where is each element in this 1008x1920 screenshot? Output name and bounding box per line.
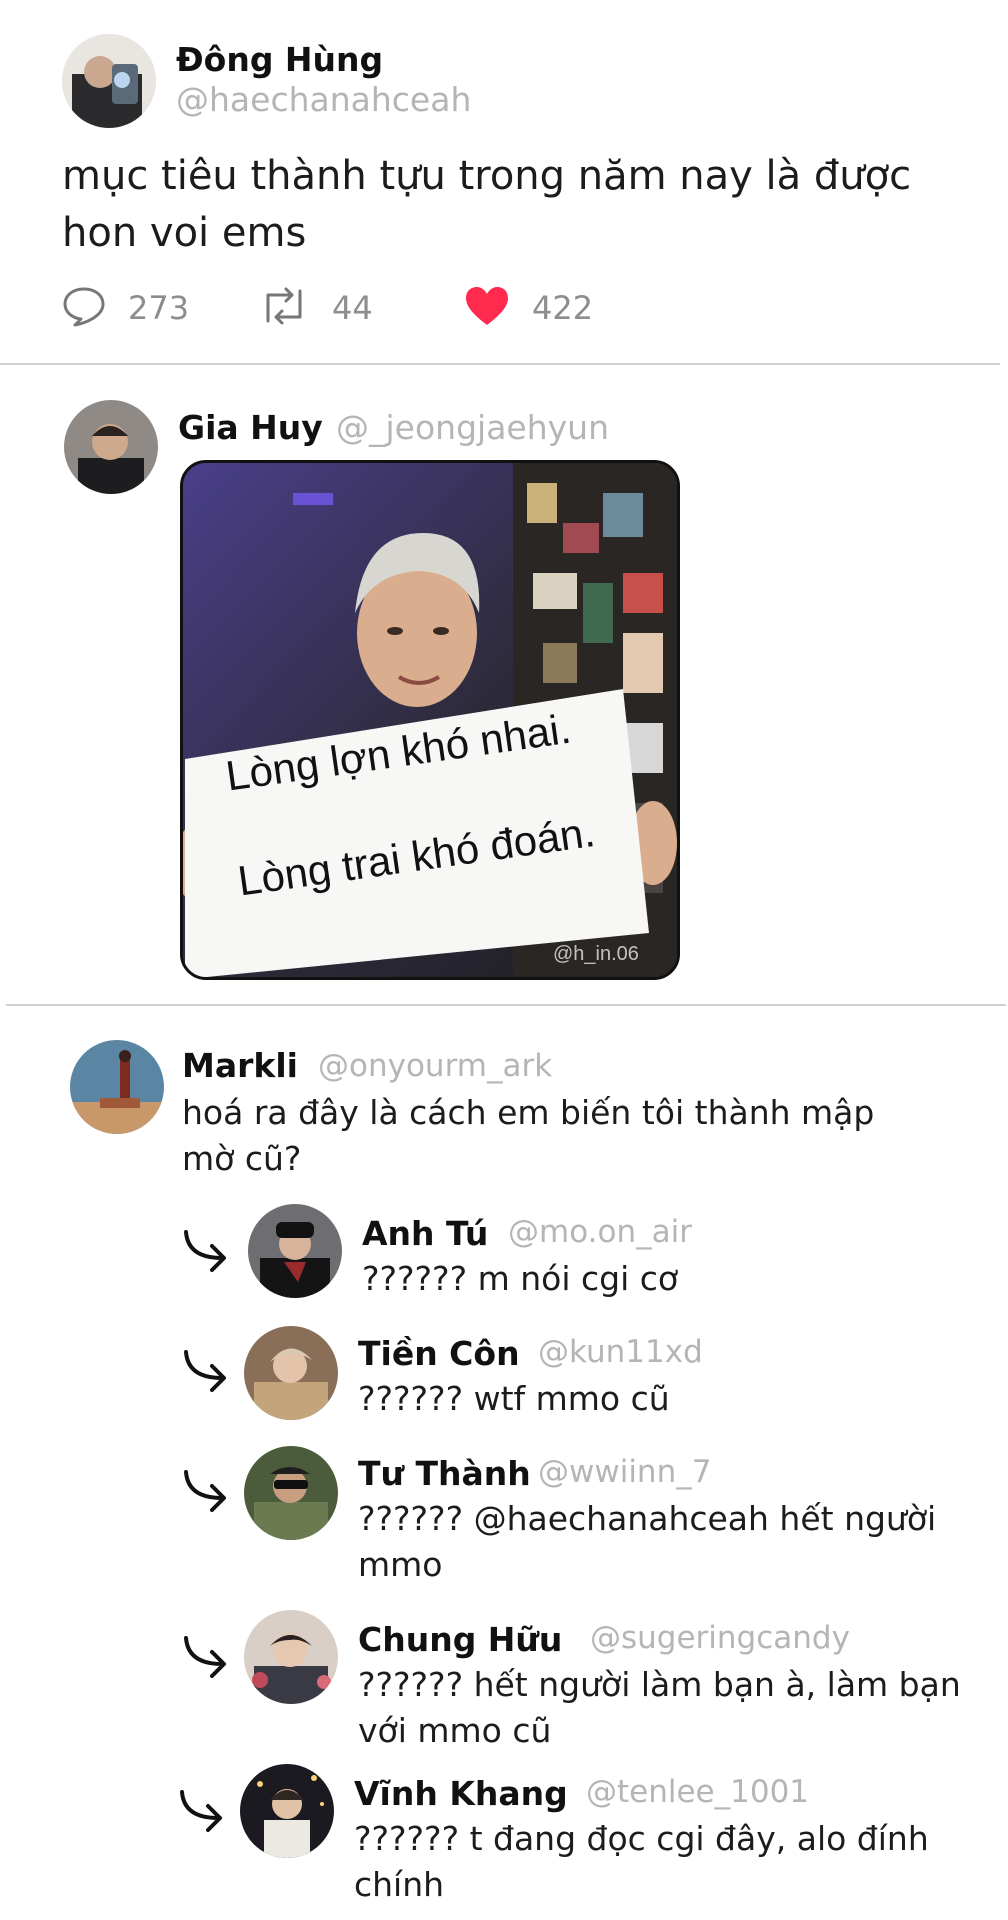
author-name[interactable]: Anh Tú	[362, 1214, 488, 1253]
author-name[interactable]: Tư Thành	[358, 1454, 531, 1493]
reply-text-line: ?????? wtf mmo cũ	[358, 1379, 670, 1418]
author-handle[interactable]: @sugeringcandy	[590, 1620, 850, 1656]
author-handle[interactable]: @tenlee_1001	[586, 1774, 809, 1810]
author-name[interactable]: Tiền Côn	[358, 1334, 520, 1373]
reply-text-line: ?????? @haechanahceah hết người	[358, 1499, 937, 1538]
reply-arrow-icon	[184, 1350, 226, 1392]
retweet-count: 44	[332, 289, 373, 327]
watermark: @h_in.06	[553, 943, 639, 965]
post-text: mục tiêu thành tựu trong năm nay là được…	[62, 148, 942, 262]
avatar[interactable]	[240, 1764, 334, 1858]
post-text-line: hon voi ems	[62, 210, 307, 256]
reply-text-line: ?????? t đang đọc cgi đây, alo đính	[354, 1819, 929, 1858]
reply-text-line: ?????? hết người làm bạn à, làm bạn	[358, 1665, 961, 1704]
reply-arrow-icon	[180, 1790, 222, 1832]
author-handle[interactable]: @kun11xd	[538, 1334, 703, 1370]
author-name[interactable]: Đông Hùng	[176, 40, 383, 79]
author-handle[interactable]: @wwiinn_7	[538, 1454, 711, 1490]
reply-icon[interactable]	[62, 285, 106, 331]
divider	[0, 363, 1000, 365]
like-count: 422	[532, 289, 594, 327]
avatar[interactable]	[62, 34, 156, 128]
reply-text-line: chính	[354, 1865, 445, 1904]
avatar[interactable]	[244, 1326, 338, 1420]
author-handle[interactable]: @mo.on_air	[508, 1214, 692, 1250]
reply-text: ?????? @haechanahceah hết người mmo	[358, 1496, 978, 1588]
post-text: hoá ra đây là cách em biến tôi thành mập…	[182, 1090, 962, 1182]
meme-image[interactable]: Lòng lợn khó nhai. Lòng trai khó đoán. @…	[180, 460, 680, 980]
post-text-line: hoá ra đây là cách em biến tôi thành mập	[182, 1093, 875, 1132]
reply-arrow-icon	[184, 1230, 226, 1272]
reply-text-line: ?????? m nói cgi cơ	[362, 1259, 679, 1298]
avatar[interactable]	[70, 1040, 164, 1134]
avatar[interactable]	[64, 400, 158, 494]
author-name[interactable]: Gia Huy	[178, 408, 323, 447]
author-name[interactable]: Vĩnh Khang	[354, 1774, 568, 1813]
post-text-line: mục tiêu thành tựu trong năm nay là được	[62, 153, 912, 199]
reply-text-line: mmo	[358, 1545, 443, 1584]
author-handle[interactable]: @haechanahceah	[176, 80, 471, 119]
avatar[interactable]	[248, 1204, 342, 1298]
heart-icon[interactable]	[464, 285, 510, 331]
divider	[6, 1004, 1006, 1006]
reply-text: ?????? t đang đọc cgi đây, alo đính chín…	[354, 1816, 974, 1908]
avatar[interactable]	[244, 1446, 338, 1540]
avatar[interactable]	[244, 1610, 338, 1704]
post-text-line: mờ cũ?	[182, 1139, 302, 1178]
author-name[interactable]: Chung Hữu	[358, 1620, 562, 1659]
reply-action[interactable]: 273	[62, 285, 189, 331]
reply-text-line: với mmo cũ	[358, 1711, 552, 1750]
author-name[interactable]: Markli	[182, 1046, 298, 1085]
reply-text: ?????? wtf mmo cũ	[358, 1376, 670, 1422]
like-action[interactable]: 422	[464, 285, 593, 331]
reply-text: ?????? m nói cgi cơ	[362, 1256, 678, 1302]
retweet-action[interactable]: 44	[258, 285, 373, 331]
reply-count: 273	[128, 289, 190, 327]
author-handle[interactable]: @onyourm_ark	[318, 1048, 552, 1084]
author-handle[interactable]: @_jeongjaehyun	[336, 408, 609, 447]
reply-arrow-icon	[184, 1470, 226, 1512]
retweet-icon[interactable]	[258, 285, 310, 331]
reply-arrow-icon	[184, 1636, 226, 1678]
reply-text: ?????? hết người làm bạn à, làm bạn với …	[358, 1662, 978, 1754]
